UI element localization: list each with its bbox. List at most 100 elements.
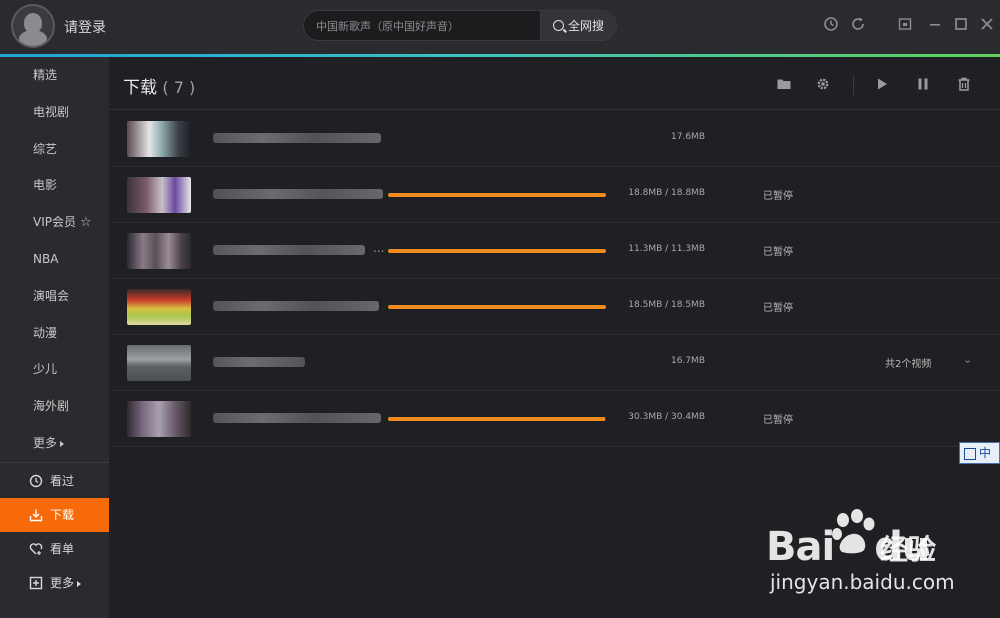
status-text: 已暂停 xyxy=(763,191,793,202)
download-row[interactable]: 16.7MB 共2个视频 ⌄ xyxy=(109,335,1000,391)
sidebar-item-vip[interactable]: VIP会员 ☆ xyxy=(0,205,109,239)
panel-header: 下载 ( 7 ) xyxy=(109,57,1000,110)
progress-fill xyxy=(388,193,606,197)
ime-indicator[interactable]: 中 xyxy=(959,442,1000,464)
caret-right-icon xyxy=(77,580,82,587)
download-row[interactable]: 18.5MB / 18.5MB 已暂停 xyxy=(109,279,1000,335)
sidebar-item-nba[interactable]: NBA xyxy=(0,242,109,276)
sidebar-item-tv[interactable]: 电视剧 xyxy=(0,95,109,129)
baidu-watermark: Bai du 经验 jingyan.baidu.com xyxy=(766,508,1000,618)
file-size: 16.7MB xyxy=(671,356,705,366)
status-text: 已暂停 xyxy=(763,247,793,258)
download-row[interactable]: 18.8MB / 18.8MB 已暂停 xyxy=(109,167,1000,223)
sidebar-item-label: 电视剧 xyxy=(33,105,70,119)
progress-fill xyxy=(388,249,606,253)
toolbar-divider xyxy=(853,75,854,95)
sidebar-item-label: 看单 xyxy=(50,542,75,556)
video-count: 共2个视频 xyxy=(885,359,932,370)
sidebar-item-label: VIP会员 xyxy=(33,215,76,229)
ime-label: 中 xyxy=(979,446,992,460)
minimize-icon[interactable] xyxy=(927,16,943,32)
sidebar-item-concert[interactable]: 演唱会 xyxy=(0,279,109,313)
paw-logo-icon xyxy=(832,509,875,554)
file-size: 30.3MB / 30.4MB xyxy=(628,412,705,422)
sidebar-item-label: 下载 xyxy=(50,508,75,522)
video-thumbnail xyxy=(127,401,191,437)
sidebar-item-anime[interactable]: 动漫 xyxy=(0,316,109,350)
video-title-blurred xyxy=(213,133,381,143)
sidebar-item-label: 海外剧 xyxy=(33,399,70,413)
sidebar-item-label: 更多 xyxy=(50,576,75,590)
sidebar-item-variety[interactable]: 综艺 xyxy=(0,132,109,166)
search-icon xyxy=(552,20,564,31)
trash-icon[interactable] xyxy=(956,76,972,92)
search-button[interactable]: 全网搜 xyxy=(540,11,616,40)
file-size: 17.6MB xyxy=(671,132,705,142)
plus-box-icon xyxy=(29,576,43,590)
video-thumbnail xyxy=(127,233,191,269)
folder-icon[interactable] xyxy=(776,76,792,92)
watermark-brand-part1: Bai xyxy=(766,524,835,570)
sidebar-item-label: 看过 xyxy=(50,474,75,488)
video-thumbnail xyxy=(127,289,191,325)
sidebar-item-label: 更多 xyxy=(33,436,58,450)
progress-fill xyxy=(388,305,606,309)
close-icon[interactable] xyxy=(979,16,995,32)
login-link[interactable]: 请登录 xyxy=(64,17,106,37)
file-size: 18.5MB / 18.5MB xyxy=(628,300,705,310)
sidebar-item-label: 电影 xyxy=(33,178,58,192)
download-row[interactable]: ... 11.3MB / 11.3MB 已暂停 xyxy=(109,223,1000,279)
sidebar-item-more-tools[interactable]: 更多 xyxy=(0,566,109,600)
sidebar-item-history[interactable]: 看过 xyxy=(0,464,109,498)
download-count: ( 7 ) xyxy=(162,78,196,97)
file-size: 18.8MB / 18.8MB xyxy=(628,188,705,198)
sidebar-item-overseas[interactable]: 海外剧 xyxy=(0,389,109,423)
sidebar-item-kids[interactable]: 少儿 xyxy=(0,352,109,386)
download-row[interactable]: 30.3MB / 30.4MB 已暂停 xyxy=(109,391,1000,447)
video-title-blurred xyxy=(213,301,379,311)
status-text: 已暂停 xyxy=(763,415,793,426)
progress-bar xyxy=(388,193,606,197)
sidebar-divider xyxy=(0,462,109,463)
video-title-blurred xyxy=(213,413,381,423)
progress-fill xyxy=(388,417,606,421)
search-button-label: 全网搜 xyxy=(567,19,604,33)
video-title-blurred xyxy=(213,245,365,255)
history-icon xyxy=(29,474,43,488)
maximize-icon[interactable] xyxy=(953,16,969,32)
refresh-icon[interactable] xyxy=(850,16,866,32)
page-title: 下载 ( 7 ) xyxy=(123,73,195,98)
sidebar-item-download[interactable]: 下载 xyxy=(0,498,109,532)
progress-bar xyxy=(388,305,606,309)
sidebar-item-more[interactable]: 更多 xyxy=(0,426,109,460)
watermark-jingyan: 经验 xyxy=(880,533,937,566)
vip-star-icon: ☆ xyxy=(80,215,92,230)
play-icon[interactable] xyxy=(874,76,890,92)
download-row[interactable]: 17.6MB xyxy=(109,111,1000,167)
heart-plus-icon xyxy=(29,543,43,555)
download-icon xyxy=(29,509,43,522)
title-ellipsis: ... xyxy=(373,241,385,255)
sidebar-item-featured[interactable]: 精选 xyxy=(0,58,109,92)
avatar-body-shape xyxy=(19,30,47,46)
progress-bar xyxy=(388,249,606,253)
app-window: 请登录 全网搜 精选 xyxy=(0,0,1000,618)
sidebar-item-label: 演唱会 xyxy=(33,289,70,303)
pause-icon[interactable] xyxy=(915,76,931,92)
avatar[interactable] xyxy=(11,4,55,48)
ime-icon xyxy=(964,447,976,460)
gear-icon[interactable] xyxy=(815,76,831,92)
video-title-blurred xyxy=(213,189,383,199)
status-text: 已暂停 xyxy=(763,303,793,314)
sidebar-item-movie[interactable]: 电影 xyxy=(0,168,109,202)
search-box: 全网搜 xyxy=(303,10,617,41)
page-title-text: 下载 xyxy=(123,78,157,98)
mini-mode-icon[interactable] xyxy=(897,16,913,32)
sidebar-item-label: 动漫 xyxy=(33,326,58,340)
sidebar-item-label: NBA xyxy=(33,252,59,266)
watermark-url: jingyan.baidu.com xyxy=(770,570,955,594)
search-input[interactable] xyxy=(316,17,536,35)
chevron-down-icon[interactable]: ⌄ xyxy=(963,353,972,366)
sidebar-item-watchlist[interactable]: 看单 xyxy=(0,532,109,566)
history-icon[interactable] xyxy=(823,16,839,32)
